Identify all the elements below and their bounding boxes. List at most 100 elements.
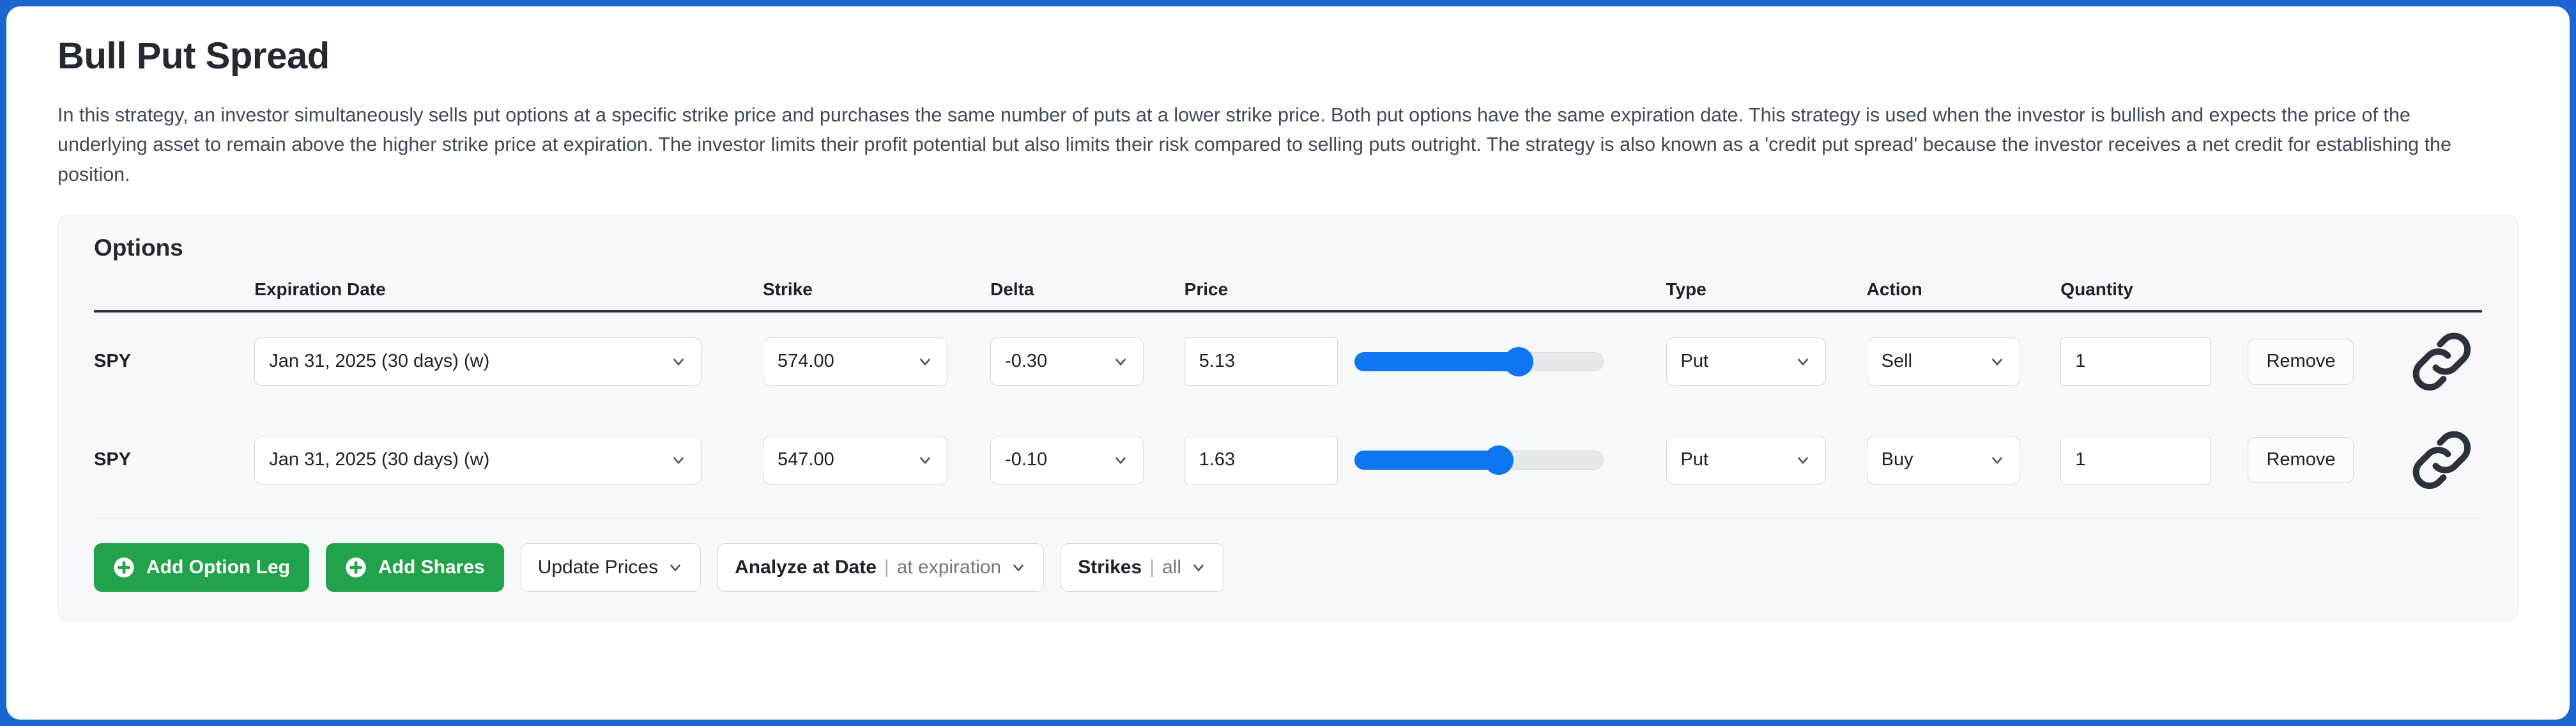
delta-select[interactable]: -0.30 (990, 337, 1144, 386)
cell-remove: Remove (2248, 311, 2402, 411)
column-header-quantity: Quantity (2060, 279, 2248, 313)
cell-symbol: SPY (94, 311, 254, 411)
expiration-date-value: Jan 31, 2025 (30 days) (w) (269, 449, 490, 470)
cell-symbol: SPY (94, 410, 255, 518)
chevron-down-icon (917, 353, 933, 370)
quantity-input[interactable]: 1 (2060, 337, 2211, 386)
plus-circle-icon (113, 557, 135, 578)
cell-price: 1.63 (1184, 410, 1666, 518)
add-option-leg-button[interactable]: Add Option Leg (94, 543, 309, 592)
strike-select[interactable]: 574.00 (763, 337, 949, 386)
expiration-date-value: Jan 31, 2025 (30 days) (w) (269, 351, 490, 372)
chevron-down-icon (1190, 559, 1207, 576)
expiration-date-select[interactable]: Jan 31, 2025 (30 days) (w) (254, 337, 702, 386)
chevron-down-icon (1989, 353, 2005, 370)
footer-actions: Add Option Leg Add Shares Update Prices … (94, 543, 2482, 592)
price-input[interactable]: 5.13 (1184, 337, 1338, 386)
strike-value: 547.00 (778, 449, 834, 470)
add-option-leg-label: Add Option Leg (146, 556, 290, 578)
chevron-down-icon (1989, 452, 2005, 468)
chevron-down-icon (1112, 452, 1129, 468)
strikes-label: Strikes (1078, 556, 1142, 578)
table-header: Expiration Date Strike Delta Price Type … (94, 279, 2482, 313)
cell-expiration-date: Jan 31, 2025 (30 days) (w) (254, 410, 763, 518)
chevron-down-icon (670, 452, 687, 468)
type-value: Put (1680, 449, 1709, 470)
plus-circle-icon (345, 557, 367, 578)
strike-select[interactable]: 547.00 (763, 435, 949, 484)
symbol-label: SPY (94, 449, 132, 470)
add-shares-label: Add Shares (378, 556, 485, 578)
action-select[interactable]: Sell (1866, 337, 2020, 386)
chain-link-icon[interactable] (2402, 420, 2482, 500)
price-slider[interactable] (1354, 436, 1604, 484)
chevron-down-icon (1795, 353, 1811, 370)
add-shares-button[interactable]: Add Shares (325, 543, 504, 592)
strike-value: 574.00 (778, 351, 834, 372)
column-header-link (2402, 279, 2482, 313)
cell-price: 5.13 (1184, 311, 1666, 411)
remove-button[interactable]: Remove (2248, 338, 2354, 385)
cell-delta: -0.30 (990, 311, 1184, 411)
cell-type: Put (1666, 410, 1867, 518)
quantity-value: 1 (2075, 351, 2086, 372)
type-select[interactable]: Put (1666, 337, 1826, 386)
column-header-expiration-date: Expiration Date (254, 279, 763, 313)
table-header-row: Expiration Date Strike Delta Price Type … (94, 279, 2482, 313)
chevron-down-icon (1795, 452, 1811, 468)
chain-link-icon[interactable] (2402, 321, 2482, 402)
delta-select[interactable]: -0.10 (990, 435, 1144, 484)
update-prices-button[interactable]: Update Prices (520, 543, 702, 592)
cell-type: Put (1666, 311, 1867, 411)
column-header-remove (2248, 279, 2402, 313)
analyze-at-date-separator: | (884, 556, 889, 578)
price-slider[interactable] (1354, 337, 1604, 386)
price-group: 5.13 (1184, 337, 1666, 386)
cell-expiration-date: Jan 31, 2025 (30 days) (w) (254, 311, 763, 411)
price-value: 1.63 (1199, 449, 1236, 470)
column-header-strike: Strike (763, 279, 991, 313)
cell-strike: 574.00 (763, 311, 990, 411)
page-title: Bull Put Spread (57, 35, 330, 77)
chevron-down-icon (670, 353, 687, 370)
price-slider-thumb[interactable] (1483, 445, 1514, 475)
analyze-at-date-value: at expiration (896, 556, 1002, 578)
column-header-symbol (94, 279, 255, 313)
analyze-at-date-button[interactable]: Analyze at Date | at expiration (717, 543, 1045, 592)
price-input[interactable]: 1.63 (1184, 435, 1338, 484)
strikes-value: all (1162, 556, 1181, 578)
price-value: 5.13 (1199, 351, 1236, 372)
update-prices-label: Update Prices (537, 556, 659, 578)
expiration-date-select[interactable]: Jan 31, 2025 (30 days) (w) (254, 435, 702, 484)
type-value: Put (1680, 351, 1709, 372)
symbol-label: SPY (94, 351, 132, 372)
options-panel: Options Expiration Date Strike Delta Pri… (57, 215, 2518, 621)
app-window: Bull Put Spread In this strategy, an inv… (6, 6, 2570, 720)
column-header-price: Price (1184, 279, 1666, 313)
delta-value: -0.30 (1005, 351, 1048, 372)
type-select[interactable]: Put (1666, 435, 1826, 484)
options-panel-title: Options (94, 235, 183, 261)
strategy-description: In this strategy, an investor simultaneo… (57, 104, 2451, 185)
cell-quantity: 1 (2060, 410, 2248, 518)
table-body: SPY Jan 31, 2025 (30 days) (w) 574.00 -0… (94, 311, 2482, 518)
action-value: Buy (1881, 449, 1913, 470)
column-header-type: Type (1666, 279, 1867, 313)
action-select[interactable]: Buy (1866, 435, 2020, 484)
price-slider-thumb[interactable] (1504, 346, 1534, 376)
remove-button[interactable]: Remove (2248, 436, 2354, 483)
price-group: 1.63 (1184, 435, 1666, 484)
cell-link (2402, 311, 2482, 411)
strikes-button[interactable]: Strikes | all (1061, 543, 1224, 592)
quantity-input[interactable]: 1 (2060, 435, 2211, 484)
price-slider-fill (1354, 351, 1519, 371)
cell-quantity: 1 (2060, 311, 2248, 411)
column-header-delta: Delta (990, 279, 1184, 313)
cell-strike: 547.00 (763, 410, 991, 518)
strikes-separator: | (1149, 556, 1154, 578)
table-row: SPY Jan 31, 2025 (30 days) (w) 574.00 -0… (94, 311, 2482, 411)
cell-action: Sell (1866, 311, 2061, 411)
cell-link (2402, 410, 2482, 518)
cell-remove: Remove (2248, 410, 2402, 518)
chevron-down-icon (1112, 353, 1129, 370)
